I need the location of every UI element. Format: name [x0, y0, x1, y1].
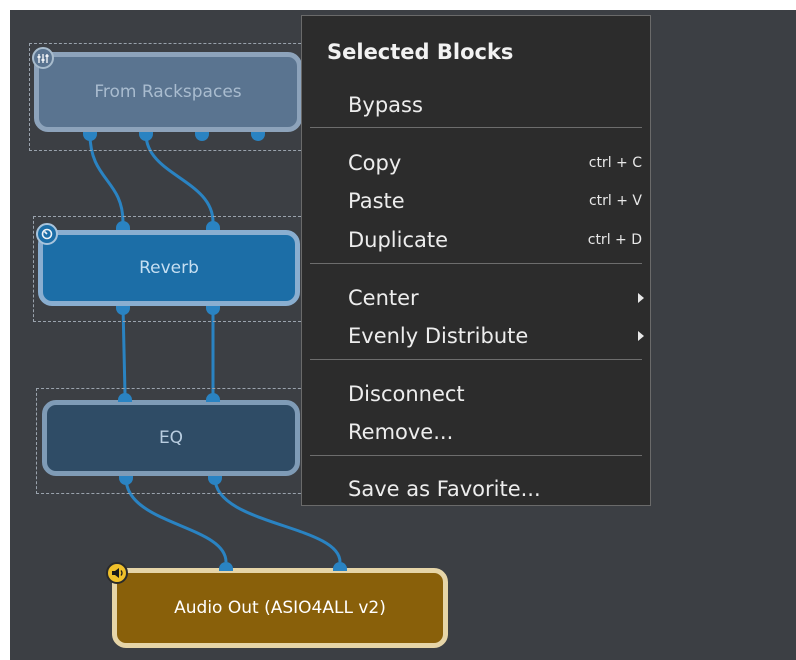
reverb-block[interactable]: Reverb	[38, 230, 300, 306]
menu-item-paste[interactable]: Paste	[348, 188, 405, 214]
input-port[interactable]	[333, 562, 347, 571]
menu-item-duplicate[interactable]: Duplicate	[348, 227, 448, 253]
menu-item-label: Copy	[348, 151, 402, 175]
mixer-sliders-icon[interactable]	[32, 47, 54, 69]
input-port[interactable]	[219, 562, 233, 571]
copy-shortcut: ctrl + C	[588, 155, 642, 171]
menu-separator	[310, 263, 642, 264]
input-port[interactable]	[206, 393, 220, 402]
menu-item-label: Evenly Distribute	[348, 324, 529, 348]
menu-item-remove[interactable]: Remove...	[348, 419, 453, 445]
menu-item-label: Disconnect	[348, 382, 465, 406]
menu-item-evenly-distribute[interactable]: Evenly Distribute	[348, 323, 528, 349]
menu-header: Selected Blocks	[327, 40, 514, 64]
submenu-arrow-icon	[638, 331, 644, 341]
menu-item-save-as-favorite[interactable]: Save as Favorite...	[348, 476, 541, 502]
input-port[interactable]	[116, 221, 130, 230]
menu-item-label: Duplicate	[348, 228, 449, 252]
menu-separator	[310, 455, 642, 456]
block-label: Audio Out (ASIO4ALL v2)	[174, 598, 386, 618]
block-label: From Rackspaces	[94, 82, 242, 102]
input-port[interactable]	[206, 221, 220, 230]
menu-separator	[310, 127, 642, 128]
eq-block[interactable]: EQ	[42, 400, 300, 476]
audio-out-block[interactable]: Audio Out (ASIO4ALL v2)	[112, 568, 448, 648]
menu-separator	[310, 359, 642, 360]
menu-item-label: Save as Favorite...	[348, 477, 541, 501]
menu-item-label: Bypass	[348, 93, 423, 117]
menu-item-disconnect[interactable]: Disconnect	[348, 381, 465, 407]
speaker-icon[interactable]	[106, 562, 128, 584]
paste-shortcut: ctrl + V	[588, 193, 642, 209]
menu-item-bypass[interactable]: Bypass	[348, 92, 423, 118]
input-port[interactable]	[118, 393, 132, 402]
menu-item-center[interactable]: Center	[348, 285, 419, 311]
block-label: EQ	[158, 428, 184, 448]
menu-item-label: Center	[348, 286, 419, 310]
menu-item-label: Paste	[348, 189, 405, 213]
context-menu: Selected Blocks Bypass Copy ctrl + C Pas…	[301, 15, 651, 506]
menu-item-copy[interactable]: Copy	[348, 150, 401, 176]
block-label: Reverb	[139, 258, 199, 278]
knob-icon[interactable]	[36, 223, 58, 245]
from-rackspaces-block[interactable]: From Rackspaces	[34, 52, 302, 132]
rackspace-canvas[interactable]: From Rackspaces Reverb EQ Audio Out (ASI…	[10, 10, 796, 660]
menu-item-label: Remove...	[348, 420, 454, 444]
duplicate-shortcut: ctrl + D	[587, 232, 642, 248]
submenu-arrow-icon	[638, 293, 644, 303]
